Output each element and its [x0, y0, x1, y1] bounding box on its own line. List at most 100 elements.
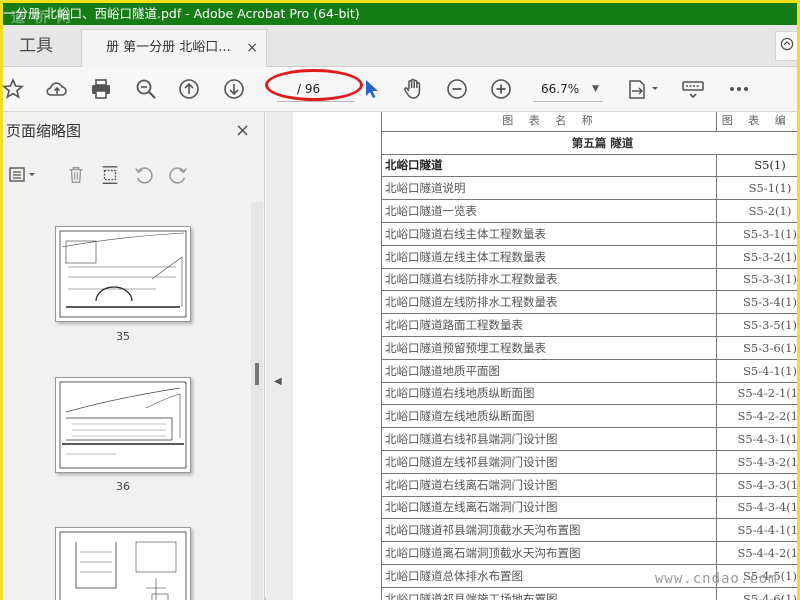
keyboard-tool-button[interactable] — [679, 75, 707, 103]
chevron-down-icon: ▼ — [592, 84, 599, 94]
select-cursor-icon — [366, 80, 378, 98]
thumbnail-page-number: 36 — [116, 480, 130, 493]
drawing-number: S5-2(1) — [716, 199, 797, 223]
scrollbar-thumb[interactable] — [255, 363, 259, 385]
drawing-number: S5-4-3-1(1) — [716, 427, 797, 451]
pdf-page: 图 表 名 称 图 表 编 号 第五篇 隧道 北峪口隧道S5(1) 北峪口隧道说… — [293, 112, 797, 600]
drawing-name: 北峪口隧道 — [381, 153, 717, 178]
drawing-name: 北峪口隧道左线离石端洞门设计图 — [381, 495, 717, 520]
rotate-left-icon — [135, 167, 153, 184]
table-row: 北峪口隧道左线离石端洞门设计图 S5-4-3-4(1) — [381, 495, 797, 520]
table-row: 北峪口隧道右线主体工程数量表 S5-3-1(1) — [381, 221, 797, 246]
panel-close-button[interactable]: × — [235, 120, 250, 141]
drawing-name: 北峪口隧道左线主体工程数量表 — [381, 244, 717, 269]
tab-close-button[interactable]: × — [246, 30, 258, 66]
table-row: 北峪口隧道右线防排水工程数量表 S5-3-3(1) — [381, 267, 797, 292]
delete-page-button[interactable] — [63, 162, 89, 188]
bookmark-star-button[interactable] — [0, 75, 27, 103]
insert-page-icon — [102, 166, 118, 184]
upload-button[interactable] — [43, 75, 71, 103]
zoom-in-button[interactable] — [487, 75, 515, 103]
rotate-clockwise-button[interactable] — [165, 162, 191, 188]
thumbnail-scrollbar[interactable] — [251, 202, 263, 600]
page-down-icon — [224, 79, 244, 99]
drawing-number: S5-4-2-1(1) — [716, 381, 797, 406]
more-tools-button[interactable] — [725, 75, 753, 103]
drawing-number: S5-3-3(1) — [716, 267, 797, 292]
star-icon — [1, 77, 25, 99]
page-thumbnail[interactable] — [55, 226, 191, 322]
section-title: 第五篇 隧道 — [381, 130, 797, 155]
collapse-panel-arrow-icon[interactable]: ◀ — [274, 376, 282, 387]
thumbnail-list: 35 36 — [3, 202, 251, 600]
drawing-number: S5(1) — [716, 153, 797, 178]
select-tool-button[interactable] — [357, 75, 385, 103]
drawing-name: 北峪口隧道祁县端施工场地布置图 — [381, 586, 717, 600]
drawing-name: 北峪口隧道右线离石端洞门设计图 — [381, 472, 717, 497]
site-watermark-bottom: www.cndao.com — [655, 571, 778, 587]
main-toolbar: / 96 66.7% ▼ — [0, 67, 797, 112]
table-row: 北峪口隧道祁县端洞顶截水天沟布置图 S5-4-4-1(1) — [381, 518, 797, 543]
insert-page-button[interactable] — [97, 162, 123, 188]
rotate-right-icon — [169, 167, 187, 184]
tab-tools[interactable]: 工具 — [3, 25, 81, 67]
zoom-in-icon — [491, 79, 511, 99]
rotate-counterclockwise-button[interactable] — [131, 162, 157, 188]
table-row: 北峪口隧道 S5(1) — [381, 153, 797, 178]
zoom-search-icon — [136, 79, 156, 99]
chevron-up-icon — [780, 37, 793, 51]
drawing-number: S5-4-3-3(1) — [716, 472, 797, 497]
table-row: 北峪口隧道左线防排水工程数量表 S5-3-4(1) — [381, 290, 797, 315]
fit-page-button[interactable] — [623, 75, 663, 103]
drawing-name: 北峪口隧道右线地质纵断面图 — [381, 381, 717, 406]
header-drawing-number: 图 表 编 号 — [716, 112, 797, 132]
zoom-out-button[interactable] — [443, 75, 471, 103]
table-row: 北峪口隧道一览表 S5-2(1) — [381, 199, 797, 223]
drawing-number: S5-3-1(1) — [716, 221, 797, 246]
drawing-number: S5-4-4-1(1) — [716, 518, 797, 543]
drawing-number: S5-3-6(1) — [716, 335, 797, 360]
document-viewport: 图 表 名 称 图 表 编 号 第五篇 隧道 北峪口隧道S5(1) 北峪口隧道说… — [266, 112, 797, 600]
fit-page-icon — [629, 80, 658, 99]
drawing-name: 北峪口隧道右线主体工程数量表 — [381, 221, 717, 246]
total-pages: / 96 — [297, 82, 321, 96]
list-options-icon — [9, 167, 35, 182]
table-row: 北峪口隧道预留预埋工程数量表 S5-3-6(1) — [381, 335, 797, 360]
drawing-number: S5-4-3-4(1) — [716, 495, 797, 520]
drawing-preview — [59, 381, 187, 469]
table-row: 北峪口隧道左线地质纵断面图 S5-4-2-2(1) — [381, 404, 797, 429]
drawing-name: 北峪口隧道地质平面图 — [381, 358, 717, 383]
options-menu-button[interactable] — [5, 162, 41, 188]
table-row: 北峪口隧道祁县端施工场地布置图 S5-4-6(1) — [381, 586, 797, 600]
drawing-number: S5-4-6(1) — [716, 586, 797, 600]
window-title-bar: 一分册 北峪口、西峪口隧道.pdf - Adobe Acrobat Pro (6… — [3, 3, 797, 25]
next-page-button[interactable] — [220, 75, 248, 103]
page-thumbnail[interactable] — [55, 527, 191, 600]
print-button[interactable] — [87, 75, 115, 103]
drawing-name: 北峪口隧道预留预埋工程数量表 — [381, 335, 717, 360]
drawing-name: 北峪口隧道左线地质纵断面图 — [381, 404, 717, 429]
header-drawing-name: 图 表 名 称 — [381, 112, 717, 132]
trash-icon — [69, 166, 83, 184]
previous-page-button[interactable] — [175, 75, 203, 103]
collapse-right-pane-button[interactable] — [775, 31, 797, 61]
zoom-search-button[interactable] — [132, 75, 160, 103]
keyboard-icon — [682, 81, 704, 99]
tab-document[interactable]: 册 第一分册 北峪口... × — [81, 29, 267, 67]
drawing-name: 北峪口隧道说明 — [381, 176, 717, 201]
drawing-preview — [59, 531, 187, 600]
table-row: 北峪口隧道左线祁县端洞门设计图 S5-4-3-2(1) — [381, 449, 797, 474]
drawing-preview — [59, 230, 187, 318]
page-number-box: / 96 — [277, 76, 355, 102]
zoom-dropdown[interactable]: 66.7% ▼ — [533, 76, 603, 102]
hand-tool-button[interactable] — [399, 75, 427, 103]
drawing-name: 北峪口隧道一览表 — [381, 199, 717, 223]
page-number-input[interactable] — [281, 79, 297, 99]
drawing-name: 北峪口隧道祁县端洞顶截水天沟布置图 — [381, 518, 717, 543]
table-row: 北峪口隧道地质平面图 S5-4-1(1) — [381, 358, 797, 383]
cloud-upload-icon — [46, 82, 67, 96]
panel-toolbar — [3, 158, 265, 192]
drawing-name: 北峪口隧道右线防排水工程数量表 — [381, 267, 717, 292]
thumbnail-panel: 页面缩略图 × 35 36 — [3, 112, 265, 600]
page-thumbnail[interactable] — [55, 377, 191, 473]
